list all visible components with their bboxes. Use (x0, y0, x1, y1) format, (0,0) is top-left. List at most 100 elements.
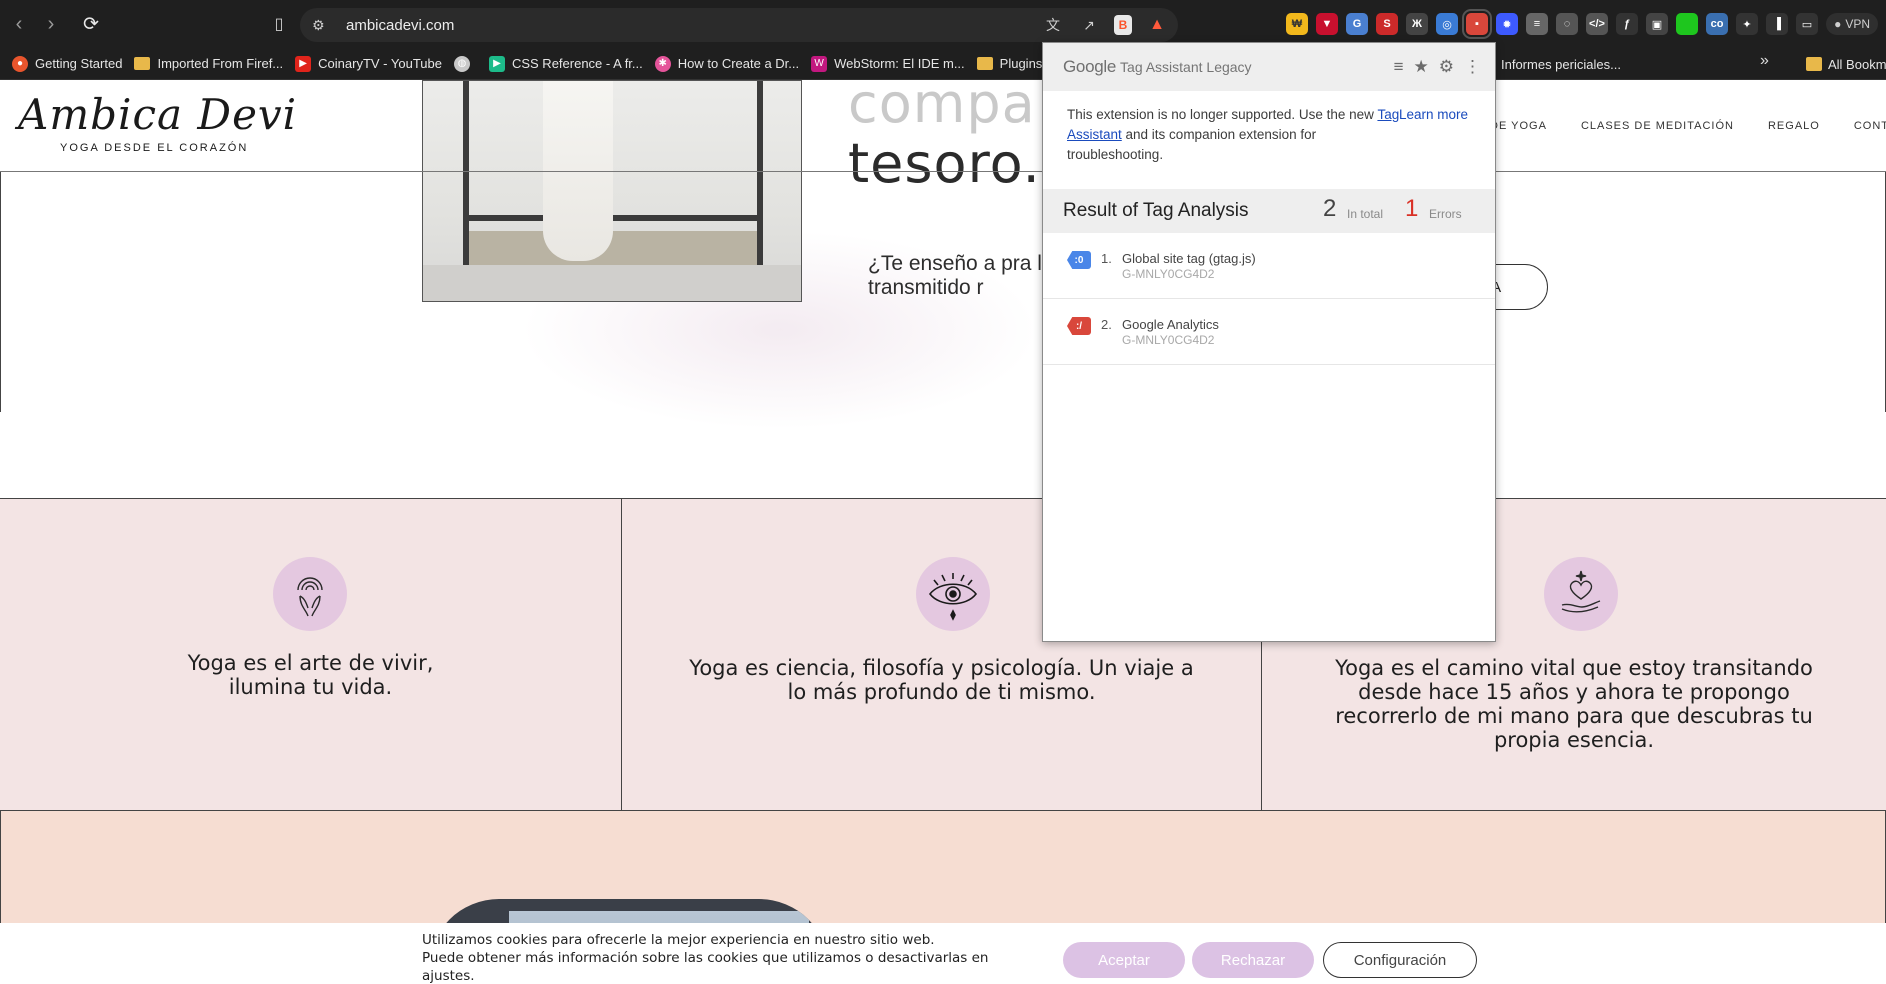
nav-item-gift[interactable]: REGALO (1768, 120, 1820, 132)
nav-item-contact[interactable]: CONTACTO (1854, 120, 1886, 132)
folder-icon (134, 57, 151, 70)
bookmark-item[interactable]: ▶ CSS Reference - A fr... (488, 50, 643, 78)
popup-header: Google Tag Assistant Legacy ≡ ★ ⚙ ⋮ (1043, 43, 1495, 91)
error-label: Errors (1429, 207, 1462, 221)
bookmark-item[interactable]: W WebStorm: El IDE m... (811, 50, 965, 78)
site-header: Ambica Devi YOGA DESDE EL CORAZÓN DE YOG… (0, 80, 1886, 172)
extension-co-icon[interactable]: co (1706, 13, 1728, 35)
extension-circle-icon[interactable]: ◌ (1556, 13, 1578, 35)
result-title: Result of Tag Analysis (1063, 200, 1249, 221)
tag-number: 1. (1101, 251, 1112, 266)
total-count: 2 (1323, 195, 1337, 222)
tag-id: G-MNLY0CG4D2 (1122, 267, 1215, 281)
brave-rewards-icon[interactable]: ▲ (1146, 14, 1168, 36)
tag-number: 2. (1101, 317, 1112, 332)
tag-name: Google Analytics (1122, 317, 1219, 332)
wallet-icon[interactable]: ▭ (1796, 13, 1818, 35)
page-border-left (0, 172, 1, 412)
extension-translate-icon[interactable]: G (1346, 13, 1368, 35)
accept-cookies-button[interactable]: Aceptar (1063, 942, 1185, 978)
star-icon[interactable]: ★ (1414, 57, 1429, 77)
total-label: In total (1347, 207, 1384, 221)
share-icon[interactable]: ↗ (1078, 14, 1100, 36)
bookmark-item[interactable]: ▶ CoinaryTV - YouTube (295, 50, 442, 78)
youtube-icon: ▶ (295, 55, 312, 72)
result-summary: Result of Tag Analysis 2 In total 1 Erro… (1043, 189, 1495, 233)
extension-gear-icon[interactable]: ✹ (1496, 13, 1518, 35)
sidebar-toggle-icon[interactable]: ▐ (1766, 13, 1788, 35)
learn-more-link[interactable]: Learn more (1399, 105, 1468, 125)
extensions-puzzle-icon[interactable]: ✦ (1736, 13, 1758, 35)
tag-row[interactable]: :/ 2. Google Analytics G-MNLY0CG4D2 (1043, 299, 1495, 365)
extension-green-icon[interactable] (1676, 13, 1698, 35)
extension-stack-icon[interactable]: ≡ (1526, 13, 1548, 35)
more-vert-icon[interactable]: ⋮ (1464, 57, 1481, 77)
feature-card: Yoga es el arte de vivir, ilumina tu vid… (0, 499, 621, 810)
third-eye-icon (916, 557, 990, 631)
vpn-status-icon: ● (1834, 17, 1842, 31)
gear-icon[interactable]: ⚙ (1439, 57, 1454, 77)
globe-icon: ◍ (453, 55, 470, 72)
cookie-settings-button[interactable]: Configuración (1323, 942, 1477, 978)
site-tagline: YOGA DESDE EL CORAZÓN (60, 142, 249, 154)
css-reference-icon: ▶ (488, 55, 505, 72)
bookmark-item[interactable]: Informes periciales... (1478, 50, 1621, 78)
error-count: 1 (1405, 195, 1419, 222)
features-section: Yoga es el arte de vivir, ilumina tu vid… (0, 498, 1886, 811)
bookmark-page-icon[interactable]: ▯ (268, 12, 290, 36)
bookmark-item[interactable]: ● Getting Started (12, 50, 122, 78)
folder-icon (1806, 57, 1822, 71)
extension-coin-icon[interactable]: ₩ (1286, 13, 1308, 35)
translate-icon[interactable]: 文 (1042, 14, 1064, 36)
brave-shields-icon[interactable]: B (1114, 15, 1132, 35)
firefox-icon: ● (12, 55, 28, 72)
extension-dictionary-icon[interactable]: Ж (1406, 13, 1428, 35)
all-bookmarks-button[interactable]: All Bookmarks (1806, 48, 1886, 80)
heart-hand-icon (1544, 557, 1618, 631)
tag-row[interactable]: :0 1. Global site tag (gtag.js) G-MNLY0C… (1043, 233, 1495, 299)
cookie-banner: Utilizamos cookies para ofrecerle la mej… (0, 923, 1886, 984)
tag-assistant-extension-icon[interactable]: ▪ (1462, 9, 1492, 39)
vpn-button[interactable]: ● VPN (1826, 13, 1878, 35)
star-burst-icon: ✱ (654, 55, 671, 72)
url-text[interactable]: ambicadevi.com (346, 17, 454, 34)
tag-status-icon: :0 (1067, 251, 1091, 269)
back-arrow-icon[interactable]: ‹ (6, 11, 32, 37)
extension-font-icon[interactable]: ƒ (1616, 13, 1638, 35)
bookmark-item[interactable]: Imported From Firef... (134, 50, 283, 78)
feature-text: Yoga es ciencia, filosofía y psicología.… (689, 656, 1194, 704)
cookie-message: Utilizamos cookies para ofrecerle la mej… (422, 932, 989, 984)
extension-code-icon[interactable]: </> (1586, 13, 1608, 35)
tag-status-icon: :/ (1067, 317, 1091, 335)
tag-name: Global site tag (gtag.js) (1122, 251, 1256, 266)
site-logo[interactable]: Ambica Devi (18, 90, 297, 139)
extension-color-icon[interactable]: ◎ (1436, 13, 1458, 35)
feature-text: Yoga es el camino vital que estoy transi… (1335, 656, 1813, 752)
extension-window-icon[interactable]: ▣ (1646, 13, 1668, 35)
web-page: compa te tesoro. ¿Te enseño a pra la tra… (0, 80, 1886, 984)
nav-item-meditation-classes[interactable]: CLASES DE MEDITACIÓN (1581, 120, 1734, 132)
extension-shield-icon[interactable]: ▼ (1316, 13, 1338, 35)
tag-id: G-MNLY0CG4D2 (1122, 333, 1215, 347)
bookmarks-bar: ● Getting Started Imported From Firef... ▶ C… (0, 48, 1886, 80)
praying-hands-icon (273, 557, 347, 631)
site-nav: DE YOGA CLASES DE MEDITACIÓN REGALO CONT… (1490, 120, 1886, 132)
folder-icon (976, 57, 993, 70)
site-info-icon[interactable]: ⚙ (312, 17, 330, 34)
deprecation-notice: This extension is no longer supported. U… (1067, 107, 1400, 162)
google-logo: Google (1063, 57, 1117, 76)
address-bar[interactable]: ⚙ ambicadevi.com 文 ↗ B ▲ (300, 8, 1178, 42)
extension-s-icon[interactable]: S (1376, 13, 1398, 35)
extensions-strip: ₩ ▼ G S Ж ◎ ▪ ✹ ≡ ◌ </> ƒ ▣ co ✦ ▐ ▭ (1286, 9, 1818, 39)
nav-item-yoga[interactable]: DE YOGA (1490, 120, 1547, 132)
webstorm-icon: W (811, 55, 828, 72)
feature-text: Yoga es el arte de vivir, ilumina tu vid… (187, 651, 434, 699)
reject-cookies-button[interactable]: Rechazar (1192, 942, 1314, 978)
bookmarks-overflow-icon[interactable]: » (1760, 52, 1769, 70)
filter-icon[interactable]: ≡ (1394, 57, 1404, 77)
bookmark-item[interactable]: ✱ How to Create a Dr... (654, 50, 799, 78)
popup-title: Tag Assistant Legacy (1120, 59, 1252, 75)
bookmark-item[interactable]: ◍ (453, 50, 477, 78)
reload-icon[interactable]: ⟳ (78, 11, 104, 37)
forward-arrow-icon[interactable]: › (38, 11, 64, 37)
